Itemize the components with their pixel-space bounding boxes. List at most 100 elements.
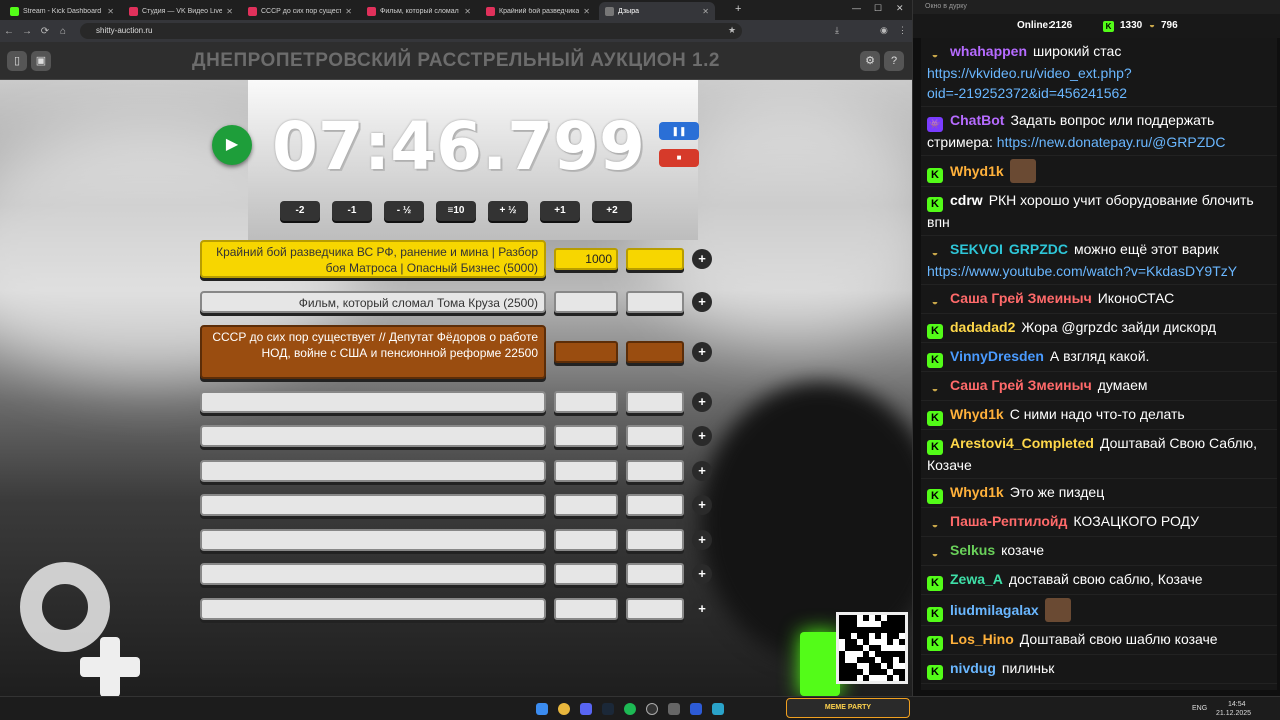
chat-username[interactable]: Selkus [950, 542, 995, 558]
browser-tab[interactable]: СССР до сих пор существует ...✕ [242, 2, 358, 20]
browser-tab[interactable]: Крайний бой разведчика ВС ...✕ [480, 2, 596, 20]
lot-amount-field[interactable] [554, 341, 618, 363]
lot-add-amount-field[interactable] [626, 563, 684, 585]
chat-username[interactable]: dadadad2 [950, 319, 1015, 335]
tab-close-icon[interactable]: ✕ [345, 7, 352, 16]
lot-name-field[interactable]: Фильм, который сломал Тома Круза (2500) [200, 291, 546, 313]
timer-adjust-button[interactable]: +1 [540, 201, 580, 221]
timer-adjust-button[interactable]: + ½ [488, 201, 528, 221]
maximize-button[interactable]: ☐ [874, 3, 882, 14]
lot-add-button[interactable]: + [692, 426, 712, 446]
lot-amount-field[interactable] [554, 425, 618, 447]
chrome-icon[interactable] [558, 703, 570, 715]
clock-date[interactable]: 21.12.2025 [1216, 710, 1251, 717]
timer-adjust-button[interactable]: -1 [332, 201, 372, 221]
stop-button[interactable]: ■ [659, 149, 699, 167]
download-icon[interactable]: ⤓ [835, 25, 839, 36]
chat-username[interactable]: Whyd1k [950, 406, 1004, 422]
lot-amount-field[interactable] [554, 291, 618, 313]
lot-amount-field[interactable] [554, 494, 618, 516]
lot-add-amount-field[interactable] [626, 425, 684, 447]
tab-close-icon[interactable]: ✕ [226, 7, 233, 16]
help-icon[interactable]: ? [884, 51, 904, 71]
start-icon[interactable] [536, 703, 548, 715]
lot-amount-field[interactable] [554, 529, 618, 551]
chat-link[interactable]: https://vkvideo.ru/video_ext.php?oid=-21… [927, 65, 1132, 101]
lot-add-amount-field[interactable] [626, 291, 684, 313]
tab-close-icon[interactable]: ✕ [464, 7, 471, 16]
back-icon[interactable]: ← [0, 26, 18, 37]
lot-add-amount-field[interactable] [626, 341, 684, 363]
pause-button[interactable]: ❚❚ [659, 122, 699, 140]
lot-add-button[interactable]: + [692, 292, 712, 312]
lot-add-button[interactable]: + [692, 249, 712, 269]
lot-add-button[interactable]: + [692, 342, 712, 362]
chat-username[interactable]: cdrw [950, 192, 983, 208]
app-icon[interactable] [668, 703, 680, 715]
steam-icon[interactable] [602, 703, 614, 715]
timer-adjust-button[interactable]: ≡10 [436, 201, 476, 221]
chat-username[interactable]: ChatBot [950, 112, 1004, 128]
chat-username[interactable]: Whyd1k [950, 484, 1004, 500]
obs-icon[interactable] [646, 703, 658, 715]
chat-username[interactable]: Саша Грей Змеиныч [950, 377, 1092, 393]
chat-username[interactable]: VinnyDresden [950, 348, 1044, 364]
chat-username[interactable]: Los_Hino [950, 631, 1014, 647]
chat-username[interactable]: SEKVOI [950, 241, 1003, 257]
app-icon-3[interactable] [712, 703, 724, 715]
chat-username[interactable]: Zewa_A [950, 571, 1003, 587]
lot-add-amount-field[interactable] [626, 391, 684, 413]
lot-add-amount-field[interactable] [626, 494, 684, 516]
lot-add-button[interactable]: + [692, 530, 712, 550]
clock-time[interactable]: 14:54 [1228, 701, 1246, 708]
url-input[interactable]: shitty-auction.ru [80, 23, 742, 39]
lot-add-amount-field[interactable] [626, 529, 684, 551]
lot-name-field[interactable] [200, 563, 546, 585]
settings-icon[interactable]: ⚙ [860, 51, 880, 71]
timer-adjust-button[interactable]: - ½ [384, 201, 424, 221]
browser-tab[interactable]: Stream - Kick Dashboard ✕ [4, 2, 120, 20]
lot-add-button[interactable]: + [692, 495, 712, 515]
chat-username[interactable]: whahappen [950, 43, 1027, 59]
lot-add-button[interactable]: + [692, 564, 712, 584]
app-icon-2[interactable] [690, 703, 702, 715]
chat-username[interactable]: dadadad2 [950, 689, 1015, 690]
reload-icon[interactable]: ⟳ [36, 26, 54, 37]
minimize-button[interactable]: — [852, 3, 861, 13]
browser-tab[interactable]: Фильм, который сломал Тома... ✕ [361, 2, 477, 20]
forward-icon[interactable]: → [18, 26, 36, 37]
chat-username[interactable]: Whyd1k [950, 163, 1004, 179]
menu-icon[interactable]: ⋮ [898, 25, 907, 36]
lot-name-field[interactable] [200, 598, 546, 620]
lot-name-field[interactable] [200, 391, 546, 413]
discord-icon[interactable] [580, 703, 592, 715]
language-indicator[interactable]: ENG [1192, 705, 1207, 712]
browser-tab[interactable]: Дзыра ✕ [599, 2, 715, 20]
lot-name-field[interactable] [200, 494, 546, 516]
tab-close-icon[interactable]: ✕ [702, 7, 709, 16]
lot-name-field[interactable] [200, 529, 546, 551]
lot-add-button[interactable]: + [692, 599, 712, 619]
lot-name-field[interactable]: Крайний бой разведчика ВС РФ, ранение и … [200, 240, 546, 278]
chat-username[interactable]: Саша Грей Змеиныч [950, 290, 1092, 306]
lot-name-field[interactable] [200, 425, 546, 447]
chat-username[interactable]: Arestovi4_Completed [950, 435, 1094, 451]
chat-link[interactable]: https://new.donatepay.ru/@GRPZDC [997, 134, 1226, 150]
close-window-button[interactable]: ✕ [896, 3, 904, 14]
lot-add-amount-field[interactable] [626, 460, 684, 482]
tab-close-icon[interactable]: ✕ [107, 7, 114, 16]
lot-add-button[interactable]: + [692, 392, 712, 412]
chat-username[interactable]: nivdug [950, 660, 996, 676]
home-icon[interactable]: ⌂ [54, 26, 72, 37]
lot-amount-field[interactable] [554, 563, 618, 585]
lot-name-field[interactable]: СССР до сих пор существует // Депутат Фё… [200, 325, 546, 379]
lot-add-button[interactable]: + [692, 461, 712, 481]
lot-add-amount-field[interactable] [626, 248, 684, 270]
spotify-icon[interactable] [624, 703, 636, 715]
lot-amount-field[interactable] [554, 460, 618, 482]
tab-close-icon[interactable]: ✕ [583, 7, 590, 16]
bookmark-star-icon[interactable]: ★ [728, 25, 736, 36]
lot-amount-field[interactable] [554, 391, 618, 413]
profile-icon[interactable]: ◉ [880, 25, 888, 36]
play-button[interactable]: ▶ [212, 125, 252, 165]
